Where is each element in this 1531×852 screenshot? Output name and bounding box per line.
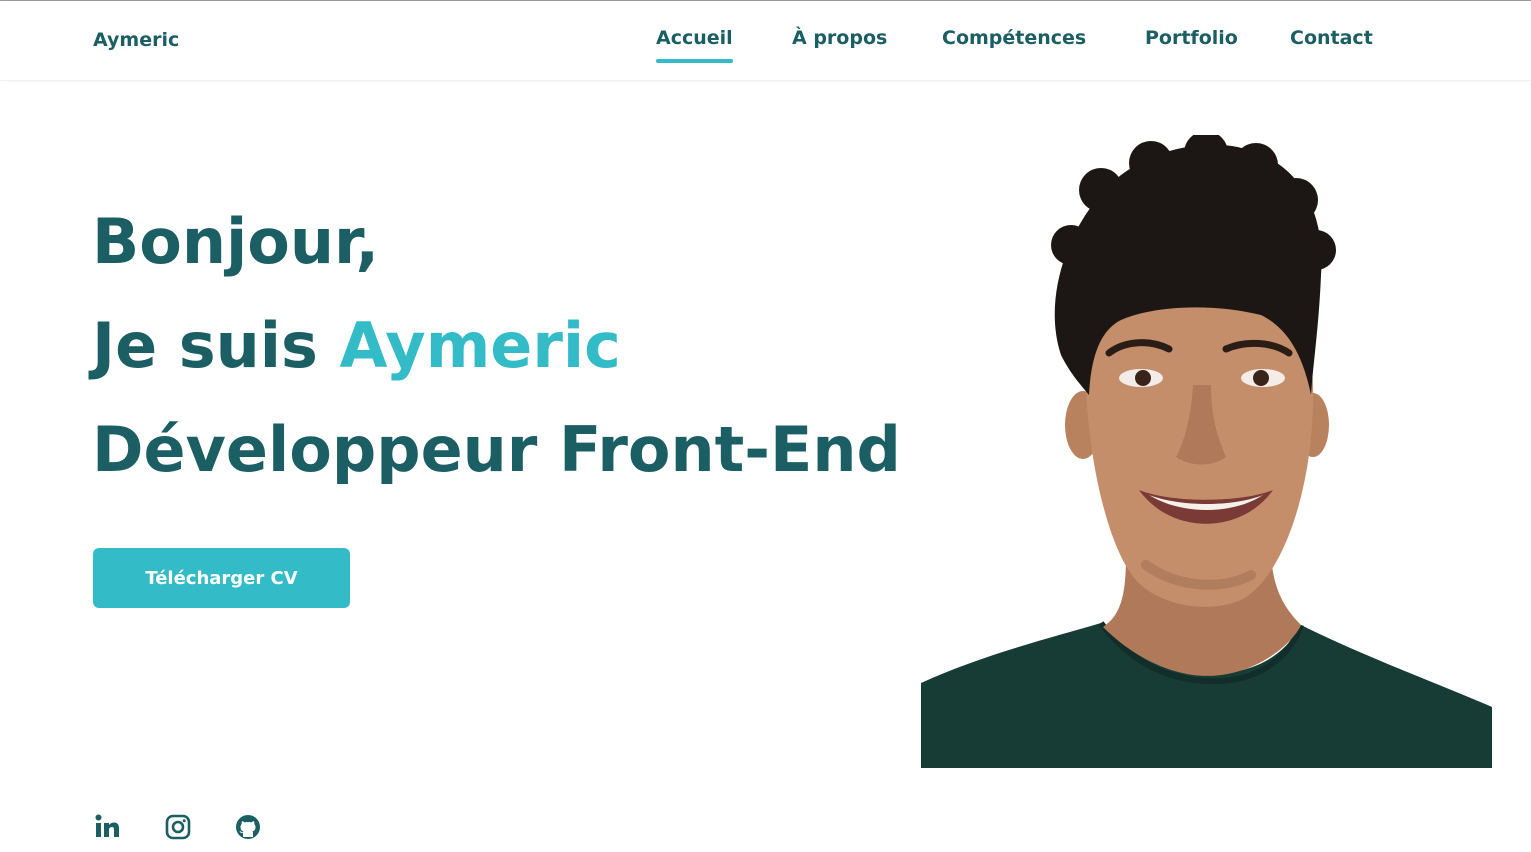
hero-title: Bonjour, Je suis Aymeric Développeur Fro… [92,190,901,502]
hero-intro-prefix: Je suis [92,309,340,382]
download-cv-button[interactable]: Télécharger CV [93,548,350,608]
hero-role: Développeur Front-End [92,413,901,486]
nav-item-portfolio[interactable]: Portfolio [1145,27,1238,63]
instagram-icon-glyph [165,814,191,840]
instagram-icon[interactable] [163,812,193,842]
github-icon-glyph [236,815,260,839]
nav-item-a-propos[interactable]: À propos [792,27,887,63]
nav-item-accueil[interactable]: Accueil [656,27,733,63]
main-nav: Accueil À propos Compétences Portfolio C… [0,27,1531,77]
github-icon[interactable] [233,812,263,842]
site-header: Aymeric Accueil À propos Compétences Por… [0,1,1531,81]
hero-name: Aymeric [339,309,621,382]
profile-photo-illustration [921,135,1492,768]
linkedin-icon-glyph [95,814,119,837]
nav-item-contact[interactable]: Contact [1290,27,1373,63]
linkedin-icon[interactable] [93,812,123,842]
profile-photo [921,135,1492,768]
hero-intro-line: Je suis Aymeric [92,294,901,398]
hero-greeting: Bonjour, [92,205,379,278]
nav-item-competences[interactable]: Compétences [942,27,1086,63]
